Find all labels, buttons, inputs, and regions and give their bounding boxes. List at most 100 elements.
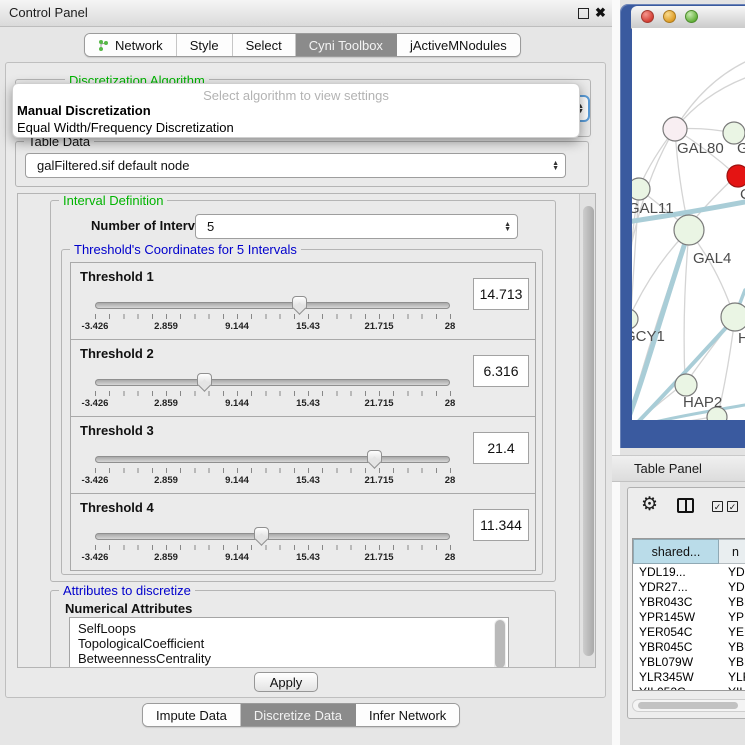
close-traffic-light-icon[interactable]: [641, 10, 654, 23]
float-window-icon[interactable]: [578, 8, 589, 19]
list-scrollbar-thumb[interactable]: [495, 620, 505, 668]
combo-stepper-icon: ▲▼: [552, 161, 559, 171]
column-header-name[interactable]: n: [719, 539, 745, 564]
checkbox-checked-icon[interactable]: ✓: [727, 501, 738, 512]
slider-tick-label: 21.715: [364, 398, 393, 409]
table-row[interactable]: YBL079WYBL0: [633, 655, 745, 670]
slider-thumb[interactable]: [254, 527, 269, 540]
slider-tick-label: 2.859: [154, 398, 178, 409]
table-panel: ⚙ ✓ ✓ shared... n YDL19...YDL1YDR27...YD…: [627, 487, 745, 719]
node-GAL4[interactable]: [674, 215, 704, 245]
table-horizontal-scrollbar[interactable]: [632, 699, 745, 712]
slider-tick-label: 21.715: [364, 552, 393, 563]
node-attribute-table: shared... n YDL19...YDL1YDR27...YDR2YBR0…: [632, 538, 745, 691]
slider-track[interactable]: [95, 533, 450, 540]
slider-track[interactable]: [95, 379, 450, 386]
dropdown-option-equal-width-frequency[interactable]: Equal Width/Frequency Discretization: [17, 120, 234, 135]
close-icon[interactable]: ✖: [595, 5, 606, 21]
settings-scrollbar-thumb[interactable]: [583, 206, 594, 656]
slider-ticks: [95, 468, 452, 473]
control-panel-titlebar: Control Panel ✖: [0, 0, 612, 27]
slider-tick-label: 9.144: [225, 398, 249, 409]
column-header-shared-name[interactable]: shared...: [633, 539, 719, 564]
list-item[interactable]: BetweennessCentrality: [70, 651, 508, 666]
gear-icon[interactable]: ⚙: [641, 495, 658, 514]
threshold-value-field[interactable]: 14.713: [473, 278, 529, 310]
combo-stepper-icon: ▲▼: [504, 222, 511, 232]
dropdown-option-manual-discretization[interactable]: Manual Discretization: [17, 103, 151, 118]
table-row[interactable]: YLR345WYLR3: [633, 670, 745, 685]
table-cell: YDR27...: [639, 580, 717, 595]
table-row[interactable]: YBR043CYBR0: [633, 595, 745, 610]
slider-tick-label: 9.144: [225, 321, 249, 332]
slider-tick-label: 15.43: [296, 321, 320, 332]
table-row[interactable]: YDR27...YDR2: [633, 580, 745, 595]
tab-cyni-toolbox[interactable]: Cyni Toolbox: [296, 34, 397, 56]
node-H[interactable]: [721, 303, 745, 331]
node-label: GA: [737, 140, 745, 157]
slider-thumb[interactable]: [197, 373, 212, 386]
tab-network[interactable]: Network: [85, 34, 177, 56]
list-item[interactable]: TopologicalCoefficient: [70, 636, 508, 651]
threshold-panel: Threshold 4-3.4262.8599.14415.4321.71528…: [70, 493, 536, 571]
slider-track[interactable]: [95, 456, 450, 463]
tab-discretize-data[interactable]: Discretize Data: [241, 704, 356, 726]
table-data-combo[interactable]: galFiltered.sif default node ▲▼: [25, 153, 566, 178]
zoom-traffic-light-icon[interactable]: [685, 10, 698, 23]
table-row[interactable]: YDL19...YDL1: [633, 565, 745, 580]
attributes-list[interactable]: SelfLoopsTopologicalCoefficientBetweenne…: [69, 617, 509, 668]
node-GAL11[interactable]: [632, 178, 650, 200]
table-scrollbar-thumb[interactable]: [638, 702, 738, 709]
top-tab-bar: NetworkStyleSelectCyni ToolboxjActiveMNo…: [84, 33, 521, 57]
table-row[interactable]: YPR145WYPR1: [633, 610, 745, 625]
table-row[interactable]: YIL052CYIL0: [633, 685, 745, 691]
interval-definition-label: Interval Definition: [59, 193, 167, 208]
table-rows: YDL19...YDL1YDR27...YDR2YBR043CYBR0YPR14…: [633, 565, 745, 691]
tab-infer-network[interactable]: Infer Network: [356, 704, 459, 726]
table-cell: YER054C: [639, 625, 717, 640]
slider-track[interactable]: [95, 302, 450, 309]
list-item[interactable]: SelfLoops: [70, 621, 508, 636]
checkbox-checked-icon[interactable]: ✓: [712, 501, 723, 512]
tab-style[interactable]: Style: [177, 34, 233, 56]
threshold-panel: Threshold 1-3.4262.8599.14415.4321.71528…: [70, 262, 536, 340]
table-cell: YBR045C: [639, 640, 717, 655]
slider-ticks: [95, 314, 452, 319]
apply-button[interactable]: Apply: [254, 672, 318, 692]
node-label: HAP2: [683, 394, 722, 411]
screenshot-root: Control Panel ✖ NetworkStyleSelectCyni T…: [0, 0, 745, 745]
table-row[interactable]: YER054CYER0: [633, 625, 745, 640]
split-columns-icon[interactable]: [677, 498, 694, 513]
table-cell: YBR0: [728, 595, 745, 610]
list-scrollbar[interactable]: [494, 619, 506, 668]
settings-vertical-scrollbar[interactable]: [579, 194, 596, 667]
slider-tick-label: 9.144: [225, 475, 249, 486]
tab-select[interactable]: Select: [233, 34, 296, 56]
node-C[interactable]: [727, 165, 745, 187]
node-GCY1[interactable]: [632, 309, 638, 329]
num-intervals-combo[interactable]: 5 ▲▼: [195, 214, 518, 239]
thresholds-group-label: Threshold's Coordinates for 5 Intervals: [70, 242, 301, 257]
attributes-group-label: Attributes to discretize: [59, 583, 195, 598]
tab-impute-data[interactable]: Impute Data: [143, 704, 241, 726]
threshold-label: Threshold 1: [80, 269, 154, 284]
threshold-label: Threshold 4: [80, 500, 154, 515]
threshold-value-field[interactable]: 21.4: [473, 432, 529, 464]
slider-thumb[interactable]: [367, 450, 382, 463]
threshold-value-field[interactable]: 11.344: [473, 509, 529, 541]
minimize-traffic-light-icon[interactable]: [663, 10, 676, 23]
panel-divider[interactable]: [612, 0, 620, 745]
node-label: GAL80: [677, 140, 724, 157]
tab-jactivemnodules[interactable]: jActiveMNodules: [397, 34, 520, 56]
node-label: GAL11: [632, 200, 674, 217]
numerical-attributes-heading: Numerical Attributes: [65, 601, 192, 616]
table-cell: YPR1: [728, 610, 745, 625]
network-canvas[interactable]: GAL80GACGAL11GAL4GCY1HHAP2: [632, 28, 745, 420]
node-HAP2[interactable]: [675, 374, 697, 396]
table-row[interactable]: YBR045CYBR0: [633, 640, 745, 655]
threshold-value-field[interactable]: 6.316: [473, 355, 529, 387]
slider-thumb[interactable]: [292, 296, 307, 309]
node-label: GCY1: [632, 328, 665, 345]
attributes-group: Attributes to discretize Numerical Attri…: [50, 590, 556, 668]
node-GAL80[interactable]: [663, 117, 687, 141]
